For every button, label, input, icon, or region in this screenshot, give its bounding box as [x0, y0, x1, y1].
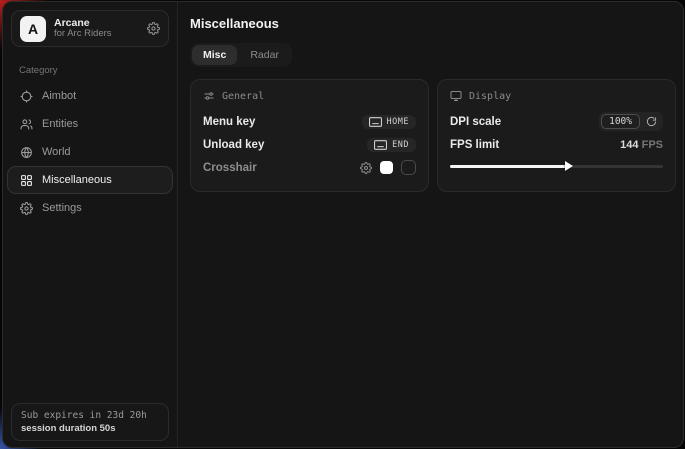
profile-card[interactable]: A Arcane for Arc Riders [11, 10, 169, 47]
unload-key-bind-button[interactable]: END [367, 138, 416, 152]
sidebar: A Arcane for Arc Riders Category Aimbot [3, 2, 178, 447]
sidebar-item-entities[interactable]: Entities [7, 110, 173, 138]
sidebar-item-aimbot[interactable]: Aimbot [7, 82, 173, 110]
menu-key-bind-button[interactable]: HOME [362, 115, 416, 129]
tab-misc[interactable]: Misc [192, 45, 237, 65]
display-card: Display DPI scale 100% FPS limit 144 [437, 79, 676, 192]
grid-icon [20, 174, 33, 187]
subscription-status-card: Sub expires in 23d 20h session duration … [11, 403, 169, 441]
entities-icon [20, 118, 33, 131]
general-card-header: General [203, 90, 416, 102]
sidebar-nav: Aimbot Entities World Miscellaneous [3, 82, 177, 222]
crosshair-settings-gear-icon[interactable] [360, 162, 372, 174]
unload-key-label: Unload key [203, 139, 264, 151]
app-avatar: A [20, 16, 46, 42]
sidebar-item-label: World [42, 146, 71, 158]
crosshair-row: Crosshair [203, 156, 416, 179]
profile-text: Arcane for Arc Riders [54, 17, 139, 40]
dpi-scale-control[interactable]: 100% [599, 112, 663, 131]
main-content: Miscellaneous Misc Radar General Menu ke… [178, 2, 684, 447]
sidebar-item-label: Miscellaneous [42, 174, 112, 186]
menu-key-row: Menu key HOME [203, 110, 416, 133]
sidebar-item-miscellaneous[interactable]: Miscellaneous [7, 166, 173, 194]
monitor-icon [450, 90, 462, 102]
fps-unit: FPS [642, 139, 663, 151]
sidebar-item-settings[interactable]: Settings [7, 194, 173, 222]
menu-key-label: Menu key [203, 116, 255, 128]
dpi-scale-label: DPI scale [450, 116, 501, 128]
dpi-scale-value[interactable]: 100% [601, 114, 640, 129]
app-window: A Arcane for Arc Riders Category Aimbot [2, 1, 684, 448]
general-card-title: General [222, 91, 264, 102]
fps-limit-value: 144 FPS [620, 139, 663, 151]
app-subtitle: for Arc Riders [54, 29, 139, 40]
tab-radar[interactable]: Radar [239, 45, 290, 65]
unload-key-value: END [392, 140, 409, 150]
page-title: Miscellaneous [190, 16, 676, 31]
fps-limit-row: FPS limit 144 FPS [450, 133, 663, 156]
sub-expires-text: Sub expires in 23d 20h [21, 410, 159, 421]
sidebar-item-world[interactable]: World [7, 138, 173, 166]
sidebar-item-label: Settings [42, 202, 82, 214]
menu-key-value: HOME [387, 117, 409, 127]
unload-key-row: Unload key END [203, 133, 416, 156]
keyboard-icon [374, 140, 387, 150]
dpi-reset-icon[interactable] [646, 116, 657, 127]
sidebar-item-label: Entities [42, 118, 78, 130]
display-card-title: Display [469, 91, 511, 102]
sidebar-item-label: Aimbot [42, 90, 76, 102]
category-label: Category [3, 55, 177, 82]
crosshair-controls [360, 160, 416, 175]
cards-row: General Menu key HOME Unload key [190, 79, 676, 192]
display-card-header: Display [450, 90, 663, 102]
crosshair-icon [20, 90, 33, 103]
keyboard-icon [369, 117, 382, 127]
fps-number: 144 [620, 139, 638, 151]
tab-bar: Misc Radar [190, 43, 292, 67]
crosshair-checkbox[interactable] [401, 160, 416, 175]
dpi-scale-row: DPI scale 100% [450, 110, 663, 133]
general-card: General Menu key HOME Unload key [190, 79, 429, 192]
profile-gear-icon[interactable] [147, 22, 160, 35]
fps-slider-thumb[interactable] [565, 161, 573, 171]
fps-limit-slider[interactable] [450, 160, 663, 172]
crosshair-label: Crosshair [203, 162, 257, 174]
gear-icon [20, 202, 33, 215]
globe-icon [20, 146, 33, 159]
sliders-icon [203, 90, 215, 102]
session-duration-text: session duration 50s [21, 423, 159, 434]
crosshair-color-swatch[interactable] [380, 161, 393, 174]
fps-limit-label: FPS limit [450, 139, 499, 151]
fps-slider-fill [450, 165, 567, 168]
